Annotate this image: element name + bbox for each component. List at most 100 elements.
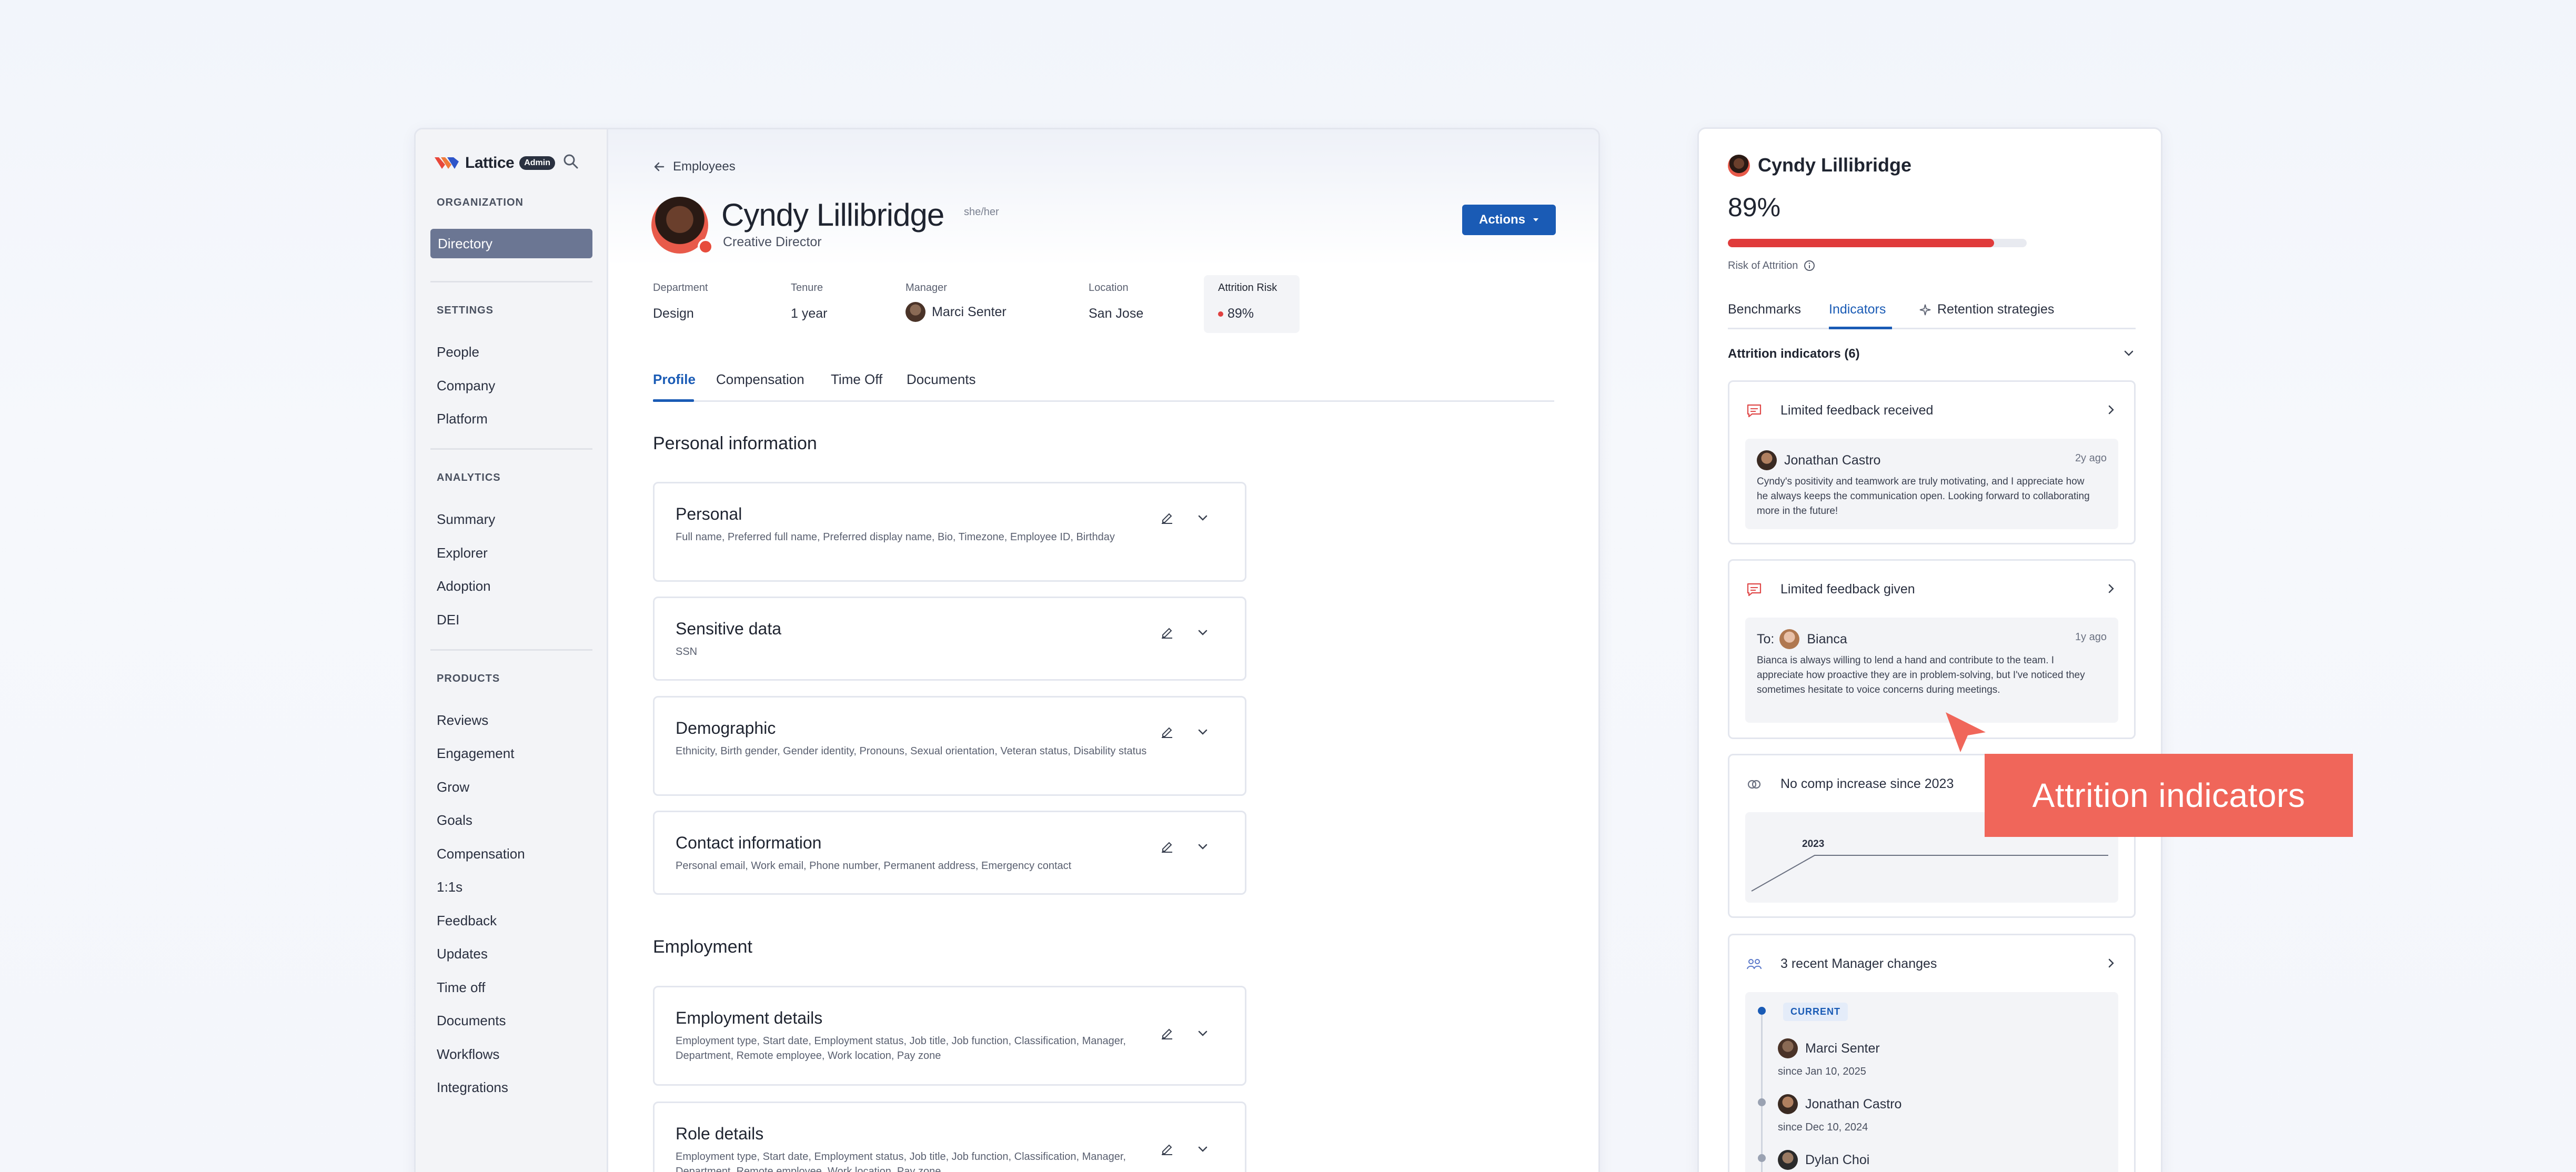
card-demographic[interactable]: Demographic Ethnicity, Birth gender, Gen… xyxy=(653,696,1246,796)
sidebar-item-feedback[interactable]: Feedback xyxy=(437,913,497,929)
sidebar-item-dei[interactable]: DEI xyxy=(437,612,459,628)
card-subtitle: Employment type, Start date, Employment … xyxy=(676,1151,1126,1172)
manager-name: Dylan Choi xyxy=(1805,1152,1870,1167)
sidebar-divider xyxy=(430,281,592,282)
sidebar-item-engagement[interactable]: Engagement xyxy=(437,745,514,762)
manager-since: since Jan 10, 2025 xyxy=(1778,1066,1866,1077)
sidebar-item-integrations[interactable]: Integrations xyxy=(437,1079,508,1096)
chevron-down-icon[interactable] xyxy=(1195,1026,1210,1041)
tab-retention-strategies[interactable]: Retention strategies xyxy=(1918,302,2054,317)
info-icon[interactable] xyxy=(1803,259,1816,272)
manager-timeline: CURRENT Marci Senter since Jan 10, 2025 … xyxy=(1745,992,2118,1172)
cursor-pointer-icon xyxy=(1946,712,1986,752)
sidebar-section-analytics: ANALYTICS xyxy=(437,472,501,483)
main-content: Employees Cyndy Lillibridge she/her Crea… xyxy=(608,129,1598,1172)
chevron-right-icon[interactable] xyxy=(2105,403,2118,417)
actions-button-label: Actions xyxy=(1478,213,1525,227)
manager-label: Manager xyxy=(905,282,947,294)
sidebar-item-summary[interactable]: Summary xyxy=(437,511,495,528)
message-icon xyxy=(1747,583,1762,597)
feedback-recipient: To: Bianca xyxy=(1757,629,1847,649)
card-employment-details[interactable]: Employment details Employment type, Star… xyxy=(653,986,1246,1086)
attrition-indicators-title: Attrition indicators (6) xyxy=(1728,347,1860,361)
card-contact-information[interactable]: Contact information Personal email, Work… xyxy=(653,811,1246,895)
indicator-title: Limited feedback given xyxy=(1780,582,1915,597)
tab-documents[interactable]: Documents xyxy=(907,371,976,388)
indicator-manager-changes[interactable]: 3 recent Manager changes CURRENT Marci S… xyxy=(1728,934,2136,1172)
arrow-left-icon xyxy=(654,162,665,171)
sidebar-item-company[interactable]: Company xyxy=(437,378,495,394)
sidebar-item-one-on-ones[interactable]: 1:1s xyxy=(437,879,462,895)
chevron-right-icon[interactable] xyxy=(2105,582,2118,595)
sidebar-divider xyxy=(430,448,592,450)
edit-icon[interactable] xyxy=(1160,511,1174,526)
back-link[interactable]: Employees xyxy=(653,159,736,174)
attrition-risk-value: 89% xyxy=(1218,306,1254,321)
chevron-down-icon[interactable] xyxy=(1195,840,1210,854)
chevron-right-icon[interactable] xyxy=(2105,956,2118,970)
sidebar-item-updates[interactable]: Updates xyxy=(437,946,488,962)
feedback-item: To: Bianca 1y ago Bianca is always willi… xyxy=(1745,618,2118,723)
sidebar-item-reviews[interactable]: Reviews xyxy=(437,712,488,729)
sidebar-section-settings: SETTINGS xyxy=(437,305,494,316)
sidebar-item-documents[interactable]: Documents xyxy=(437,1013,506,1029)
sidebar-item-people[interactable]: People xyxy=(437,344,479,360)
feedback-item: Jonathan Castro 2y ago Cyndy's positivit… xyxy=(1745,439,2118,529)
tab-profile[interactable]: Profile xyxy=(653,371,696,388)
timeline-dot xyxy=(1758,1154,1766,1162)
chevron-down-icon[interactable] xyxy=(1195,1142,1210,1157)
search-icon[interactable] xyxy=(562,153,580,170)
card-title: Contact information xyxy=(676,833,822,852)
edit-icon[interactable] xyxy=(1160,625,1174,640)
job-title: Creative Director xyxy=(723,235,822,249)
card-title: Employment details xyxy=(676,1008,823,1027)
tab-benchmarks[interactable]: Benchmarks xyxy=(1728,302,1801,317)
sidebar-item-workflows[interactable]: Workflows xyxy=(437,1046,499,1063)
sidebar-item-grow[interactable]: Grow xyxy=(437,779,469,795)
sidebar-item-directory[interactable]: Directory xyxy=(430,229,592,258)
manager-value[interactable]: Marci Senter xyxy=(905,302,1007,322)
recipient-name: Bianca xyxy=(1807,631,1847,646)
chevron-down-icon[interactable] xyxy=(1195,625,1210,640)
attrition-risk-label: Attrition Risk xyxy=(1218,282,1277,294)
chevron-down-icon[interactable] xyxy=(1195,725,1210,740)
brand-name: Lattice xyxy=(465,154,515,171)
edit-icon[interactable] xyxy=(1160,1142,1174,1157)
indicator-title: 3 recent Manager changes xyxy=(1780,956,1937,971)
card-personal[interactable]: Personal Full name, Preferred full name,… xyxy=(653,482,1246,582)
edit-icon[interactable] xyxy=(1160,725,1174,740)
attrition-progress-fill xyxy=(1728,239,1994,247)
attrition-risk-percent: 89% xyxy=(1227,306,1254,321)
indicator-feedback-received[interactable]: Limited feedback received Jonathan Castr… xyxy=(1728,380,2136,544)
card-title: Sensitive data xyxy=(676,619,782,638)
author-name: Jonathan Castro xyxy=(1784,452,1881,468)
attrition-panel: Cyndy Lillibridge 89% Risk of Attrition … xyxy=(1697,127,2162,1172)
tab-indicators[interactable]: Indicators xyxy=(1829,302,1886,317)
location-value: San Jose xyxy=(1089,306,1144,321)
indicator-title: Limited feedback received xyxy=(1780,403,1934,418)
sidebar-item-goals[interactable]: Goals xyxy=(437,812,472,829)
card-role-details[interactable]: Role details Employment type, Start date… xyxy=(653,1102,1246,1172)
tab-time-off[interactable]: Time Off xyxy=(831,371,882,388)
actions-button[interactable]: Actions xyxy=(1462,205,1556,235)
edit-icon[interactable] xyxy=(1160,1026,1174,1041)
feedback-author: Jonathan Castro xyxy=(1757,450,1880,470)
sidebar-item-adoption[interactable]: Adoption xyxy=(437,578,491,594)
sidebar-item-platform[interactable]: Platform xyxy=(437,411,488,427)
edit-icon[interactable] xyxy=(1160,840,1174,854)
brand-logo[interactable]: Lattice Admin xyxy=(432,154,555,172)
link-icon xyxy=(1747,780,1761,789)
sidebar-item-explorer[interactable]: Explorer xyxy=(437,545,488,561)
sidebar-item-compensation[interactable]: Compensation xyxy=(437,846,525,862)
card-sensitive-data[interactable]: Sensitive data SSN xyxy=(653,597,1246,681)
attrition-indicators-header[interactable]: Attrition indicators (6) xyxy=(1728,347,2136,361)
tab-compensation[interactable]: Compensation xyxy=(716,371,804,388)
chevron-down-icon[interactable] xyxy=(1195,511,1210,526)
indicator-feedback-given[interactable]: Limited feedback given To: Bianca 1y ago… xyxy=(1728,559,2136,739)
sidebar-section-organization: ORGANIZATION xyxy=(437,197,524,208)
chevron-down-icon[interactable] xyxy=(2122,347,2136,360)
sidebar-item-time-off[interactable]: Time off xyxy=(437,979,485,996)
card-subtitle: Employment type, Start date, Employment … xyxy=(676,1035,1126,1062)
admin-badge: Admin xyxy=(519,156,555,170)
current-badge: CURRENT xyxy=(1783,1003,1848,1021)
